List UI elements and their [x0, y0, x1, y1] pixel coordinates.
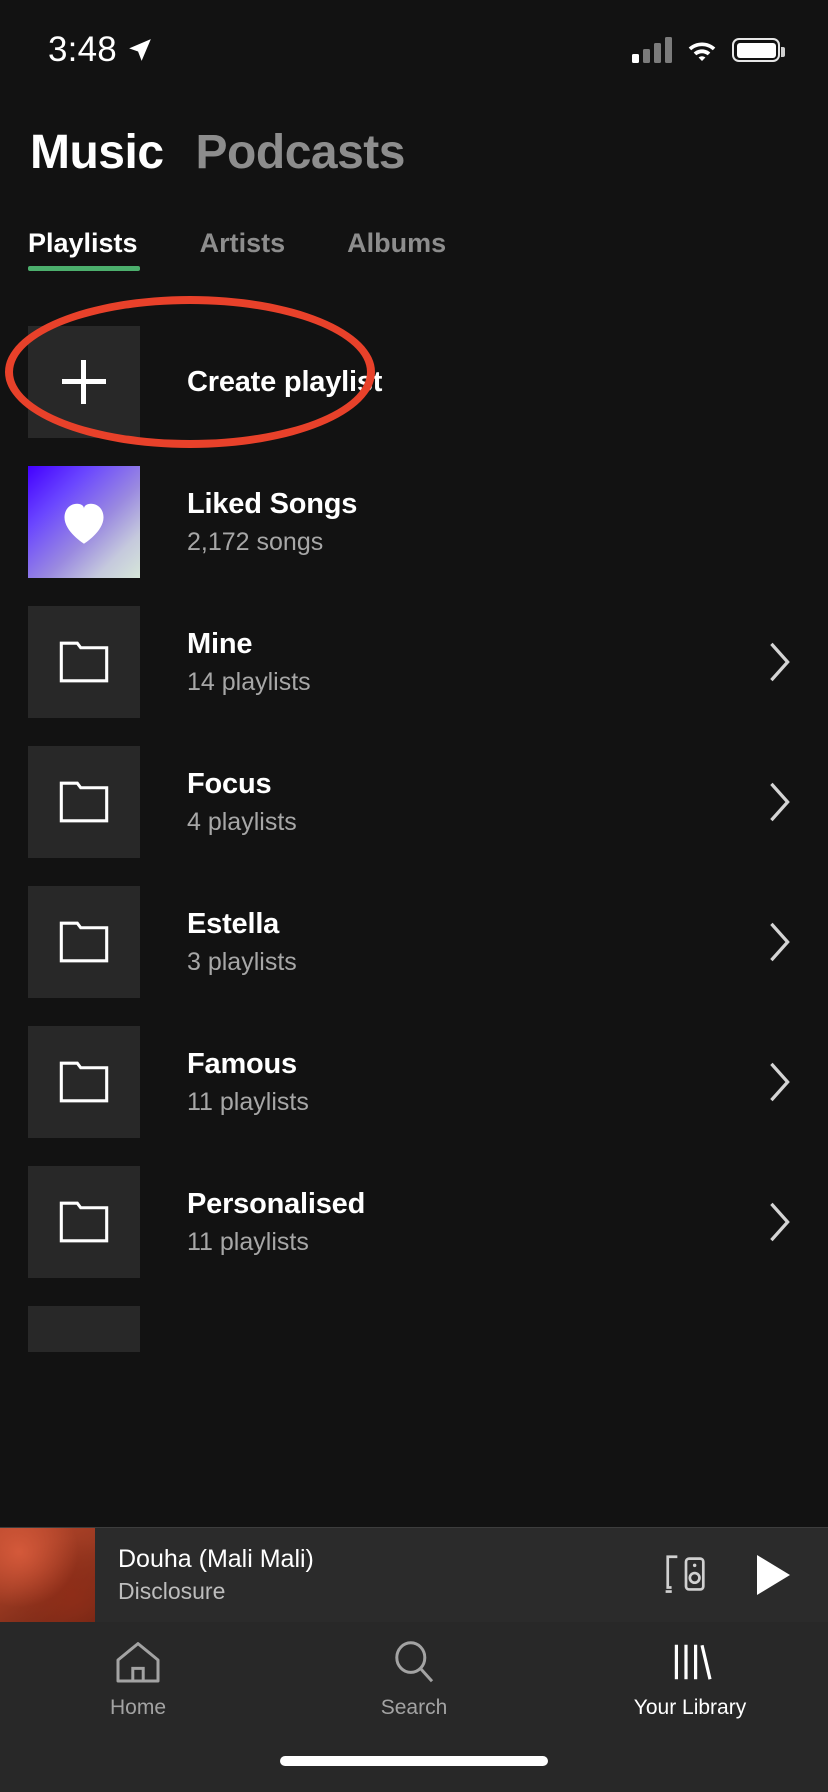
list-item-title: Create playlist [187, 365, 383, 398]
now-playing-meta: Douha (Mali Mali) Disclosure [118, 1545, 661, 1605]
list-item-focus[interactable]: Focus 4 playlists [0, 732, 828, 872]
location-arrow-icon [127, 37, 153, 63]
wifi-icon [686, 38, 718, 62]
folder-icon [59, 1060, 109, 1104]
list-item-text: Estella 3 playlists [187, 908, 760, 977]
folder-thumb [28, 1026, 140, 1138]
folder-thumb [28, 1306, 140, 1352]
nav-item-search[interactable]: Search [276, 1640, 552, 1720]
list-item-title: Liked Songs [187, 487, 358, 520]
status-bar: 3:48 [0, 0, 828, 100]
tab-albums-label: Albums [347, 228, 447, 258]
create-playlist-thumb [28, 326, 140, 438]
now-playing-track: Douha (Mali Mali) [118, 1545, 314, 1573]
tab-albums[interactable]: Albums [347, 228, 446, 281]
list-item-liked-songs[interactable]: Liked Songs 2,172 songs [0, 452, 828, 592]
liked-songs-thumb [28, 466, 140, 578]
list-item-text: Focus 4 playlists [187, 768, 760, 837]
chevron-right-icon[interactable] [760, 1061, 800, 1103]
clock: 3:48 [48, 30, 117, 69]
list-item-partial[interactable] [0, 1292, 828, 1352]
list-item-text: Personalised 11 playlists [187, 1188, 760, 1257]
header-tab-podcasts[interactable]: Podcasts [196, 125, 406, 180]
status-bar-left: 3:48 [48, 30, 153, 70]
folder-thumb [28, 606, 140, 718]
list-item-title: Estella [187, 907, 280, 940]
connect-to-device-icon[interactable] [661, 1550, 711, 1600]
play-icon[interactable] [757, 1555, 790, 1595]
cellular-signal-icon [632, 37, 672, 63]
list-item-subtitle: 14 playlists [187, 667, 311, 696]
now-playing-actions [661, 1550, 828, 1600]
list-item-mine[interactable]: Mine 14 playlists [0, 592, 828, 732]
folder-icon [59, 640, 109, 684]
list-item-subtitle: 11 playlists [187, 1227, 309, 1256]
active-tab-underline [28, 266, 140, 271]
tab-playlists-label: Playlists [28, 228, 138, 258]
chevron-right-icon[interactable] [760, 641, 800, 683]
list-item-title: Personalised [187, 1187, 366, 1220]
home-indicator [280, 1756, 548, 1766]
chevron-right-icon[interactable] [760, 781, 800, 823]
now-playing-bar[interactable]: Douha (Mali Mali) Disclosure [0, 1527, 828, 1623]
nav-label-home: Home [109, 1696, 167, 1719]
playlist-list[interactable]: Create playlist Liked Songs 2,172 songs … [0, 312, 828, 1352]
library-icon [666, 1640, 714, 1684]
tab-artists[interactable]: Artists [200, 228, 286, 281]
list-item-title: Focus [187, 767, 272, 800]
filter-tabs: Playlists Artists Albums [0, 228, 828, 281]
list-item-text: Famous 11 playlists [187, 1048, 760, 1117]
nav-item-your-library[interactable]: Your Library [552, 1640, 828, 1720]
chevron-right-icon[interactable] [760, 1201, 800, 1243]
search-icon [390, 1640, 438, 1684]
album-artwork [0, 1527, 95, 1623]
tab-playlists[interactable]: Playlists [28, 228, 140, 281]
tab-artists-label: Artists [199, 228, 286, 258]
list-item-subtitle: 4 playlists [187, 807, 297, 836]
status-bar-right [632, 37, 785, 63]
list-item-personalised[interactable]: Personalised 11 playlists [0, 1152, 828, 1292]
list-item-subtitle: 3 playlists [187, 947, 297, 976]
heart-icon [58, 498, 110, 546]
library-header: Music Podcasts [0, 125, 828, 180]
header-tab-music[interactable]: Music [30, 125, 164, 180]
folder-thumb [28, 746, 140, 858]
bottom-navigation: Home Search Your Library [0, 1622, 828, 1792]
list-item-famous[interactable]: Famous 11 playlists [0, 1012, 828, 1152]
nav-label-search: Search [380, 1696, 448, 1719]
list-item-text: Create playlist [187, 366, 800, 399]
list-item-text: Mine 14 playlists [187, 628, 760, 697]
folder-icon [59, 920, 109, 964]
folder-icon [59, 1200, 109, 1244]
list-item-create-playlist[interactable]: Create playlist [0, 312, 828, 452]
list-item-title: Famous [187, 1047, 297, 1080]
home-icon [114, 1640, 162, 1684]
list-item-text: Liked Songs 2,172 songs [187, 488, 800, 557]
now-playing-artist: Disclosure [118, 1578, 226, 1604]
list-item-subtitle: 11 playlists [187, 1087, 309, 1116]
nav-label-your-library: Your Library [633, 1696, 747, 1719]
folder-icon [59, 780, 109, 824]
list-item-estella[interactable]: Estella 3 playlists [0, 872, 828, 1012]
plus-icon [62, 360, 106, 404]
folder-thumb [28, 886, 140, 998]
list-item-title: Mine [187, 627, 253, 660]
nav-item-home[interactable]: Home [0, 1640, 276, 1720]
chevron-right-icon[interactable] [760, 921, 800, 963]
list-item-subtitle: 2,172 songs [187, 527, 324, 556]
battery-icon [732, 38, 785, 62]
folder-thumb [28, 1166, 140, 1278]
